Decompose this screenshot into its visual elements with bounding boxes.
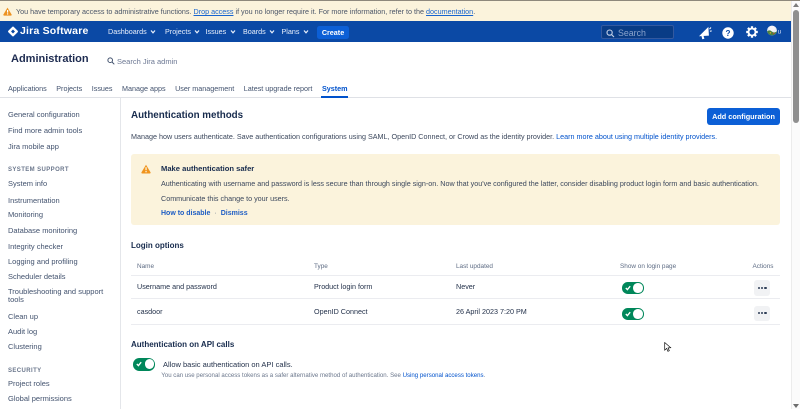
svg-text:u: u bbox=[777, 29, 781, 36]
svg-text:?: ? bbox=[725, 29, 730, 38]
